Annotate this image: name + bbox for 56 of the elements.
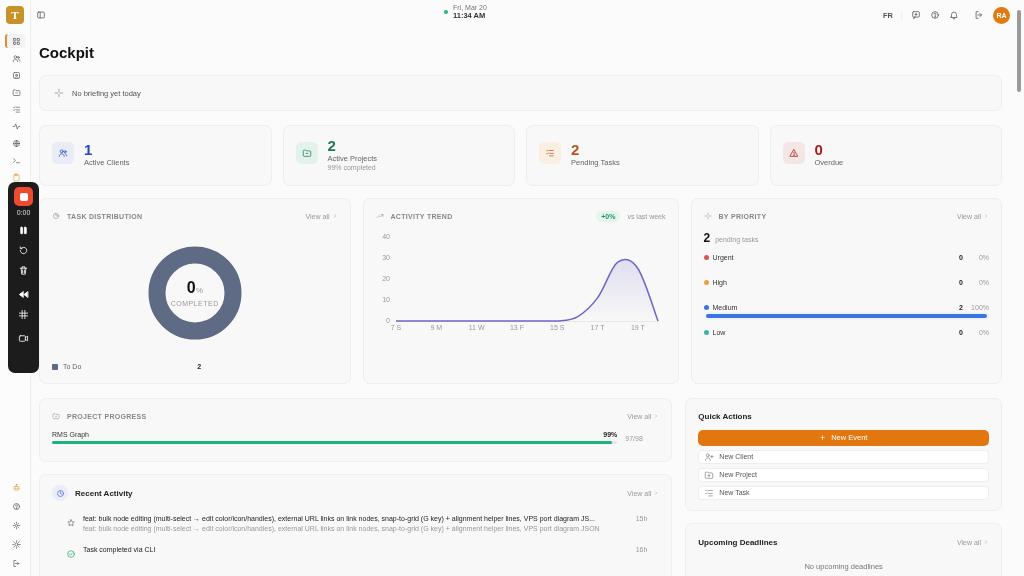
panel-title: Quick Actions: [698, 412, 753, 421]
sparkle-icon: [54, 88, 64, 98]
stop-button[interactable]: [14, 187, 33, 206]
panel-title: Upcoming Deadlines: [698, 537, 778, 547]
warning-icon: [788, 147, 799, 158]
folder-icon: [301, 147, 312, 158]
sidebar-toggle-icon[interactable]: [36, 10, 46, 20]
id-card-icon: [11, 70, 21, 80]
folder-icon: [52, 412, 60, 420]
robot-icon: [11, 482, 21, 492]
logout-icon[interactable]: [974, 10, 984, 20]
chevron-icon: [983, 213, 989, 219]
scrollbar-thumb[interactable]: [1016, 10, 1021, 92]
page-title: Cockpit: [39, 44, 95, 61]
panel-title: Recent Activity: [75, 488, 133, 498]
camera-icon[interactable]: [18, 333, 29, 344]
restart-icon[interactable]: [18, 245, 29, 256]
chevron-icon: [653, 490, 660, 496]
completion-value: 0%: [186, 279, 203, 298]
folder-icon: [11, 87, 21, 97]
grid-icon[interactable]: [18, 309, 29, 320]
rewind-icon[interactable]: [18, 289, 29, 300]
stat-value: 2: [327, 136, 337, 154]
task-list-icon: [704, 487, 715, 498]
folder-plus-icon: [704, 469, 715, 480]
globe-icon: [11, 138, 21, 148]
app-logo[interactable]: T: [6, 6, 24, 24]
trash-icon[interactable]: [18, 265, 29, 276]
chevron-icon: [653, 413, 660, 419]
bell-icon[interactable]: [949, 10, 959, 20]
stat-value: 1: [84, 140, 94, 158]
users-icon: [11, 53, 21, 63]
sun-icon: [11, 539, 21, 549]
user-plus-icon: [704, 451, 715, 462]
message-icon[interactable]: [911, 10, 921, 20]
star-icon: [66, 518, 76, 528]
logout-icon: [11, 558, 21, 568]
terminal-icon: [11, 155, 21, 165]
help-icon: [11, 501, 21, 511]
pause-icon[interactable]: [18, 225, 29, 236]
sparkle-icon: [703, 212, 712, 220]
pending-count: 2: [703, 231, 711, 245]
clipboard-icon: [11, 172, 21, 182]
stat-value: 0: [814, 140, 824, 158]
stat-value: 2: [571, 140, 581, 158]
check-circle-icon: [66, 549, 76, 559]
task-list-icon: [11, 104, 21, 114]
task-list-icon: [545, 147, 555, 158]
users-icon: [58, 147, 68, 158]
dashboard-icon: [11, 36, 21, 46]
pie-icon: [52, 212, 60, 220]
help-icon[interactable]: [930, 10, 940, 20]
pulse-icon: [11, 121, 21, 131]
trend-icon: [375, 212, 384, 220]
chevron-icon: [331, 213, 338, 219]
chevron-icon: [983, 539, 989, 545]
